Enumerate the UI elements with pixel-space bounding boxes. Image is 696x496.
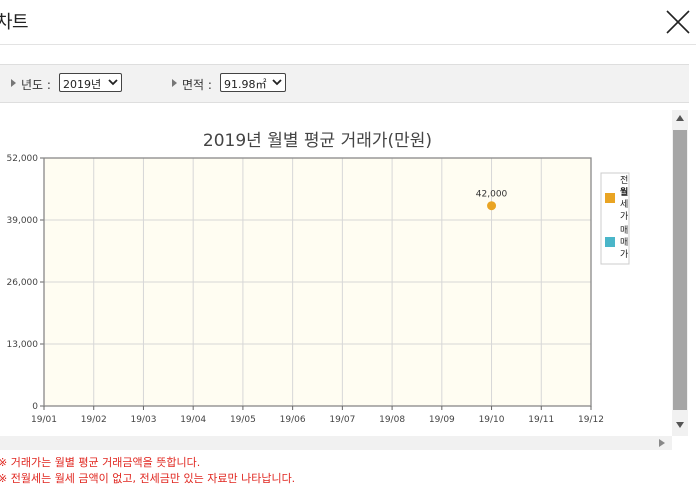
close-icon[interactable] [662, 6, 694, 38]
x-tick-label: 19/04 [180, 415, 206, 425]
scroll-thumb[interactable] [673, 130, 687, 410]
legend-swatch [605, 237, 615, 247]
legend-swatch [605, 193, 615, 203]
x-tick-label: 19/08 [379, 415, 405, 425]
chevron-down-icon [108, 79, 118, 86]
x-tick-label: 19/06 [280, 415, 306, 425]
x-tick-label: 19/07 [329, 415, 355, 425]
y-tick-label: 13,000 [7, 340, 39, 350]
y-tick-label: 26,000 [7, 278, 39, 288]
scroll-down-icon[interactable] [676, 422, 684, 428]
legend-label: 가 [620, 249, 628, 260]
y-tick-label: 52,000 [7, 154, 39, 164]
area-select-value: 91.98㎡ [224, 78, 267, 91]
caret-right-icon [172, 79, 177, 87]
legend-label: 월 [620, 186, 628, 198]
filter-bar: 년도 : 2019년 면적 : 91.98㎡ [0, 64, 689, 103]
horizontal-scrollbar[interactable] [0, 436, 672, 450]
x-tick-label: 19/03 [130, 415, 156, 425]
y-tick-label: 0 [32, 402, 38, 412]
legend-label: 매 [620, 237, 628, 248]
legend-label: 전 [620, 175, 628, 186]
legend-label: 매 [620, 225, 628, 236]
data-label: 42,000 [476, 190, 508, 200]
area-select[interactable]: 91.98㎡ [220, 73, 286, 92]
x-tick-label: 19/02 [81, 415, 107, 425]
x-tick-label: 19/11 [528, 415, 554, 425]
x-tick-label: 19/10 [479, 415, 505, 425]
year-select[interactable]: 2019년 [59, 73, 122, 92]
x-tick-label: 19/09 [429, 415, 455, 425]
vertical-scrollbar[interactable] [672, 110, 688, 436]
year-select-value: 2019년 [63, 78, 102, 91]
chart-panel: 2019년 월별 평균 거래가(만원) 0 13,000 26,000 39,000 52… [0, 110, 672, 436]
year-label: 년도 : [21, 78, 51, 92]
chart: 2019년 월별 평균 거래가(만원) 0 13,000 26,000 39,000 52… [7, 131, 630, 425]
x-tick-label: 19/01 [31, 415, 57, 425]
note-text: ※ 전월세는 월세 금액이 없고, 전세금만 있는 자료만 나타납니다. [0, 472, 296, 485]
chart-title: 2019년 월별 평균 거래가(만원) [203, 131, 432, 151]
x-tick-label: 19/05 [230, 415, 256, 425]
modal-header: 차트 [0, 0, 696, 45]
y-tick-label: 39,000 [7, 216, 39, 226]
x-tick-label: 19/12 [578, 415, 604, 425]
legend-label: 세 [620, 199, 628, 210]
note-text: ※ 거래가는 월별 평균 거래금액을 뜻합니다. [0, 456, 201, 469]
scroll-up-icon[interactable] [676, 115, 684, 121]
area-label: 면적 : [182, 78, 212, 92]
scroll-right-icon[interactable] [659, 439, 665, 447]
caret-right-icon [11, 79, 16, 87]
chevron-down-icon [272, 79, 282, 86]
data-point [487, 201, 497, 211]
legend-label: 가 [620, 211, 628, 222]
modal-title: 차트 [0, 12, 29, 33]
